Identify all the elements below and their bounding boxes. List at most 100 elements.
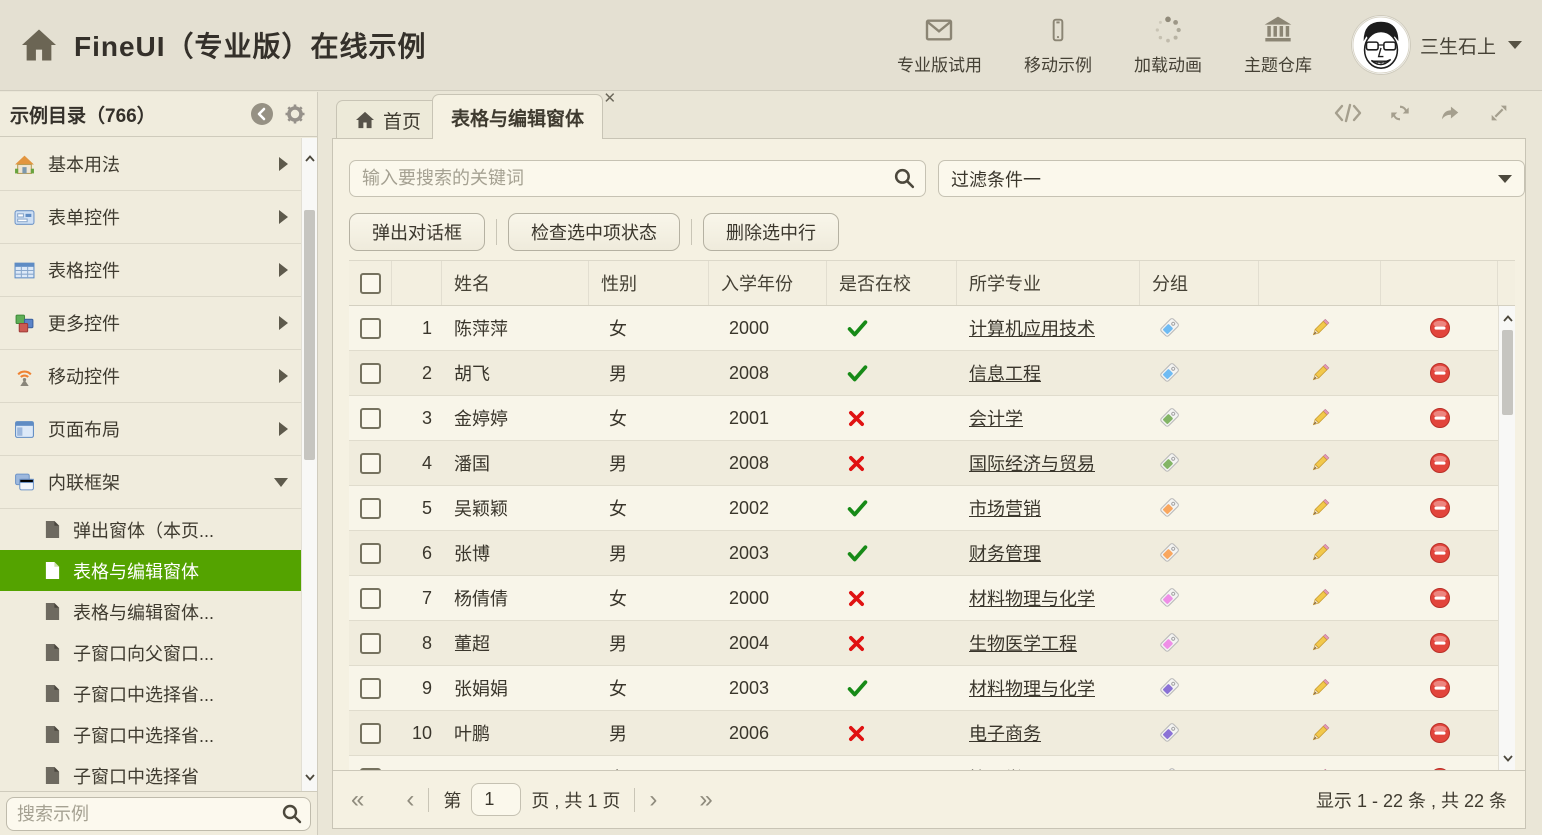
delete-button[interactable]: [1429, 632, 1451, 654]
tag-icon[interactable]: [1158, 632, 1180, 654]
tag-icon[interactable]: [1158, 362, 1180, 384]
next-page-icon[interactable]: ›: [649, 788, 657, 812]
column-header[interactable]: 姓名: [442, 261, 589, 305]
edit-button[interactable]: [1309, 722, 1331, 744]
row-checkbox[interactable]: [360, 408, 381, 429]
edit-button[interactable]: [1309, 497, 1331, 519]
search-icon[interactable]: [893, 167, 916, 190]
delete-button[interactable]: [1429, 317, 1451, 339]
tab-grid-edit-window[interactable]: 表格与编辑窗体 ✕: [432, 94, 603, 139]
action-button-0[interactable]: 弹出对话框: [349, 213, 485, 251]
search-icon[interactable]: [281, 803, 303, 825]
row-checkbox[interactable]: [360, 453, 381, 474]
major-link[interactable]: 材料物理与化学: [969, 675, 1095, 701]
scroll-up-icon[interactable]: [1502, 312, 1513, 324]
major-link[interactable]: 国际经济与贸易: [969, 450, 1095, 476]
major-link[interactable]: 信息工程: [969, 360, 1041, 386]
major-link[interactable]: 生物医学工程: [969, 630, 1077, 656]
column-header[interactable]: 性别: [589, 261, 709, 305]
sidebar-subitem[interactable]: 子窗口中选择省: [0, 755, 302, 791]
action-button-1[interactable]: 检查选中项状态: [508, 213, 680, 251]
filter-dropdown[interactable]: 过滤条件一: [938, 160, 1525, 197]
scrollbar-thumb[interactable]: [304, 210, 315, 460]
header-nav-trial[interactable]: 专业版试用: [897, 14, 982, 76]
keyword-search-input[interactable]: [349, 160, 926, 197]
row-checkbox[interactable]: [360, 723, 381, 744]
sidebar-item[interactable]: 基本用法: [0, 138, 302, 191]
edit-button[interactable]: [1309, 362, 1331, 384]
code-icon[interactable]: [1334, 102, 1362, 124]
sidebar-item[interactable]: 内联框架: [0, 456, 302, 509]
sidebar-search-input[interactable]: [6, 797, 311, 831]
major-link[interactable]: 会计学: [969, 405, 1023, 431]
major-link[interactable]: 电子商务: [969, 720, 1041, 746]
share-icon[interactable]: [1438, 102, 1462, 124]
tab-home[interactable]: 首页: [336, 100, 440, 139]
gear-icon[interactable]: [283, 102, 307, 126]
sidebar-subitem[interactable]: 表格与编辑窗体: [0, 550, 302, 591]
delete-button[interactable]: [1429, 497, 1451, 519]
refresh-icon[interactable]: [1388, 102, 1412, 124]
first-page-icon[interactable]: «: [351, 788, 364, 812]
edit-button[interactable]: [1309, 317, 1331, 339]
column-header[interactable]: [349, 261, 392, 305]
row-checkbox[interactable]: [360, 633, 381, 654]
sidebar-item[interactable]: 移动控件: [0, 350, 302, 403]
major-link[interactable]: 财务管理: [969, 540, 1041, 566]
column-header[interactable]: 分组: [1140, 261, 1259, 305]
tag-icon[interactable]: [1158, 542, 1180, 564]
delete-button[interactable]: [1429, 452, 1451, 474]
collapse-sidebar-icon[interactable]: [250, 102, 274, 126]
delete-button[interactable]: [1429, 722, 1451, 744]
sidebar-item[interactable]: 更多控件: [0, 297, 302, 350]
grid-scrollbar[interactable]: [1498, 306, 1515, 770]
delete-button[interactable]: [1429, 362, 1451, 384]
edit-button[interactable]: [1309, 632, 1331, 654]
delete-button[interactable]: [1429, 677, 1451, 699]
header-nav-mobile[interactable]: 移动示例: [1024, 14, 1092, 76]
column-header[interactable]: [1259, 261, 1381, 305]
scroll-down-icon[interactable]: [1502, 752, 1513, 764]
scroll-down-icon[interactable]: [304, 771, 315, 783]
major-link[interactable]: 材料物理与化学: [969, 585, 1095, 611]
sidebar-subitem[interactable]: 子窗口中选择省...: [0, 673, 302, 714]
edit-button[interactable]: [1309, 542, 1331, 564]
edit-button[interactable]: [1309, 587, 1331, 609]
header-nav-loading[interactable]: 加载动画: [1134, 14, 1202, 76]
row-checkbox[interactable]: [360, 543, 381, 564]
column-header[interactable]: 是否在校: [827, 261, 957, 305]
tag-icon[interactable]: [1158, 722, 1180, 744]
scroll-up-icon[interactable]: [304, 152, 315, 164]
tag-icon[interactable]: [1158, 497, 1180, 519]
edit-button[interactable]: [1309, 407, 1331, 429]
sidebar-subitem[interactable]: 子窗口向父窗口...: [0, 632, 302, 673]
sidebar-item[interactable]: 表单控件: [0, 191, 302, 244]
sidebar-item[interactable]: 页面布局: [0, 403, 302, 456]
column-header[interactable]: 入学年份: [709, 261, 827, 305]
user-menu[interactable]: 三生石上: [1352, 16, 1522, 74]
tag-icon[interactable]: [1158, 317, 1180, 339]
major-link[interactable]: 市场营销: [969, 495, 1041, 521]
tag-icon[interactable]: [1158, 407, 1180, 429]
prev-page-icon[interactable]: ‹: [406, 788, 414, 812]
delete-button[interactable]: [1429, 587, 1451, 609]
scrollbar-thumb[interactable]: [1502, 330, 1513, 415]
page-number-input[interactable]: [471, 783, 521, 816]
row-checkbox[interactable]: [360, 318, 381, 339]
action-button-2[interactable]: 删除选中行: [703, 213, 839, 251]
select-all-checkbox[interactable]: [360, 273, 381, 294]
row-checkbox[interactable]: [360, 678, 381, 699]
last-page-icon[interactable]: »: [699, 788, 712, 812]
row-checkbox[interactable]: [360, 588, 381, 609]
close-icon[interactable]: ✕: [603, 89, 616, 107]
sidebar-subitem[interactable]: 子窗口中选择省...: [0, 714, 302, 755]
edit-button[interactable]: [1309, 452, 1331, 474]
expand-icon[interactable]: [1488, 102, 1510, 124]
delete-button[interactable]: [1429, 542, 1451, 564]
header-nav-theme[interactable]: 主题仓库: [1244, 14, 1312, 76]
tag-icon[interactable]: [1158, 677, 1180, 699]
delete-button[interactable]: [1429, 407, 1451, 429]
column-header[interactable]: [1381, 261, 1498, 305]
column-header[interactable]: 所学专业: [957, 261, 1140, 305]
sidebar-subitem[interactable]: 表格与编辑窗体...: [0, 591, 302, 632]
